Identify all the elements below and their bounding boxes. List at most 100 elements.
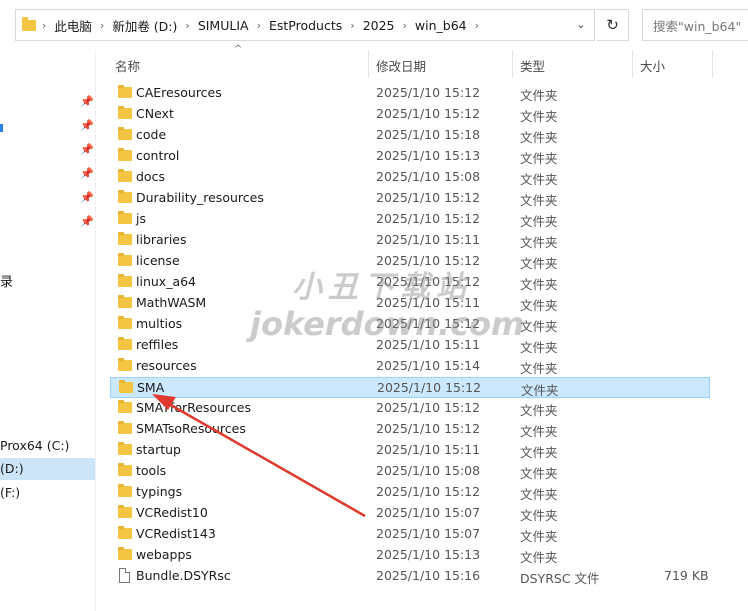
modified-date: 2025/1/10 15:12 (376, 190, 481, 205)
table-row[interactable]: SMATsoResources 2025/1/10 15:12 文件夹 (110, 419, 710, 440)
sort-up-icon: ^ (234, 44, 243, 55)
file-icon (119, 568, 130, 583)
modified-date: 2025/1/10 15:13 (376, 148, 481, 163)
folder-icon (118, 232, 132, 245)
chevron-right-icon[interactable]: › (348, 19, 356, 32)
file-type: 文件夹 (520, 361, 558, 376)
file-type: 文件夹 (520, 277, 558, 292)
modified-date: 2025/1/10 15:08 (376, 169, 481, 184)
chevron-right-icon[interactable]: › (40, 19, 48, 32)
modified-date: 2025/1/10 15:11 (376, 232, 481, 247)
pin-icon[interactable]: 📌 (80, 143, 94, 156)
pane-divider (95, 50, 96, 611)
pin-icon[interactable]: 📌 (80, 95, 94, 108)
table-row[interactable]: js 2025/1/10 15:12 文件夹 (110, 209, 710, 230)
folder-icon (118, 421, 132, 434)
folder-icon (118, 442, 132, 455)
file-type: 文件夹 (520, 109, 558, 124)
column-divider[interactable] (368, 50, 369, 78)
folder-icon (118, 85, 132, 98)
table-row[interactable]: CNext 2025/1/10 15:12 文件夹 (110, 104, 710, 125)
table-row[interactable]: code 2025/1/10 15:18 文件夹 (110, 125, 710, 146)
modified-date: 2025/1/10 15:16 (376, 568, 481, 583)
folder-icon (118, 127, 132, 140)
pin-icon[interactable]: 📌 (80, 215, 94, 228)
column-header-size[interactable]: 大小 (640, 56, 665, 75)
file-name: CAEresources (136, 85, 222, 100)
table-row[interactable]: typings 2025/1/10 15:12 文件夹 (110, 482, 710, 503)
modified-date: 2025/1/10 15:07 (376, 526, 481, 541)
breadcrumb: › 此电脑 › 新加卷 (D:) › SIMULIA › EstProducts › 2025 › w… (40, 16, 481, 35)
file-name: multios (136, 316, 183, 331)
file-type: 文件夹 (520, 466, 558, 481)
file-name: SMATsoResources (136, 421, 246, 436)
scroll-indicator (0, 124, 3, 132)
file-name: Bundle.DSYRsc (136, 568, 231, 583)
refresh-button[interactable]: ↻ (597, 9, 629, 41)
column-header-name[interactable]: 名称 (115, 56, 140, 75)
chevron-right-icon[interactable]: › (401, 19, 409, 32)
chevron-down-icon[interactable]: ⌄ (572, 18, 590, 34)
folder-icon (118, 505, 132, 518)
chevron-right-icon[interactable]: › (473, 19, 481, 32)
modified-date: 2025/1/10 15:12 (376, 85, 481, 100)
address-bar[interactable]: › 此电脑 › 新加卷 (D:) › SIMULIA › EstProducts › 2025 › w… (15, 9, 595, 41)
modified-date: 2025/1/10 15:12 (376, 211, 481, 226)
file-type: 文件夹 (520, 403, 558, 418)
column-header-type[interactable]: 类型 (520, 56, 545, 75)
table-row[interactable]: tools 2025/1/10 15:08 文件夹 (110, 461, 710, 482)
search-input[interactable]: 搜索"win_b64" (642, 9, 748, 41)
folder-icon (118, 274, 132, 287)
table-row[interactable]: Durability_resources 2025/1/10 15:12 文件夹 (110, 188, 710, 209)
column-divider[interactable] (512, 50, 513, 78)
table-row[interactable]: VCRedist143 2025/1/10 15:07 文件夹 (110, 524, 710, 545)
sidebar-item-drive-f[interactable]: (F:) (0, 482, 95, 504)
breadcrumb-item[interactable]: 新加卷 (D:) (106, 16, 183, 35)
folder-icon (22, 16, 36, 31)
table-row[interactable]: CAEresources 2025/1/10 15:12 文件夹 (110, 83, 710, 104)
sidebar-item-label[interactable]: 录 (0, 271, 13, 290)
chevron-right-icon[interactable]: › (183, 19, 191, 32)
table-row[interactable]: docs 2025/1/10 15:08 文件夹 (110, 167, 710, 188)
table-row[interactable]: control 2025/1/10 15:13 文件夹 (110, 146, 710, 167)
chevron-right-icon[interactable]: › (255, 19, 263, 32)
sidebar-item-drive-d[interactable]: (D:) (0, 458, 95, 480)
breadcrumb-item[interactable]: SIMULIA (192, 18, 255, 33)
breadcrumb-item[interactable]: 此电脑 (48, 16, 98, 35)
modified-date: 2025/1/10 15:08 (376, 463, 481, 478)
table-row[interactable]: SMATforResources 2025/1/10 15:12 文件夹 (110, 398, 710, 419)
file-name: SMATforResources (136, 400, 251, 415)
file-type: 文件夹 (520, 130, 558, 145)
table-row[interactable]: startup 2025/1/10 15:11 文件夹 (110, 440, 710, 461)
pin-icon[interactable]: 📌 (80, 167, 94, 180)
table-row[interactable]: webapps 2025/1/10 15:13 文件夹 (110, 545, 710, 566)
column-divider[interactable] (632, 50, 633, 78)
table-row[interactable]: Bundle.DSYRsc 2025/1/10 15:16 DSYRSC 文件 719… (110, 566, 710, 587)
table-row[interactable]: VCRedist10 2025/1/10 15:07 文件夹 (110, 503, 710, 524)
file-name: control (136, 148, 180, 163)
sidebar-item-drive-c[interactable]: Prox64 (C:) (0, 435, 95, 457)
file-name: reffiles (136, 337, 179, 352)
pin-icon[interactable]: 📌 (80, 119, 94, 132)
pin-icon[interactable]: 📌 (80, 191, 94, 204)
file-type: 文件夹 (520, 508, 558, 523)
file-type: 文件夹 (520, 151, 558, 166)
table-row[interactable]: libraries 2025/1/10 15:11 文件夹 (110, 230, 710, 251)
file-name: docs (136, 169, 165, 184)
folder-icon (118, 547, 132, 560)
breadcrumb-item[interactable]: win_b64 (409, 18, 473, 33)
file-name: libraries (136, 232, 187, 247)
table-row[interactable]: resources 2025/1/10 15:14 文件夹 (110, 356, 710, 377)
file-type: 文件夹 (520, 340, 558, 355)
table-row-selected[interactable]: SMA 2025/1/10 15:12 文件夹 (110, 377, 710, 398)
breadcrumb-item[interactable]: EstProducts (263, 18, 348, 33)
chevron-right-icon[interactable]: › (98, 19, 106, 32)
breadcrumb-item[interactable]: 2025 (357, 18, 401, 33)
file-type: 文件夹 (520, 550, 558, 565)
folder-icon (118, 106, 132, 119)
folder-icon (118, 295, 132, 308)
file-type: 文件夹 (520, 298, 558, 313)
column-header-date[interactable]: 修改日期 (376, 56, 426, 75)
column-divider[interactable] (712, 50, 713, 78)
file-name: VCRedist10 (136, 505, 208, 520)
